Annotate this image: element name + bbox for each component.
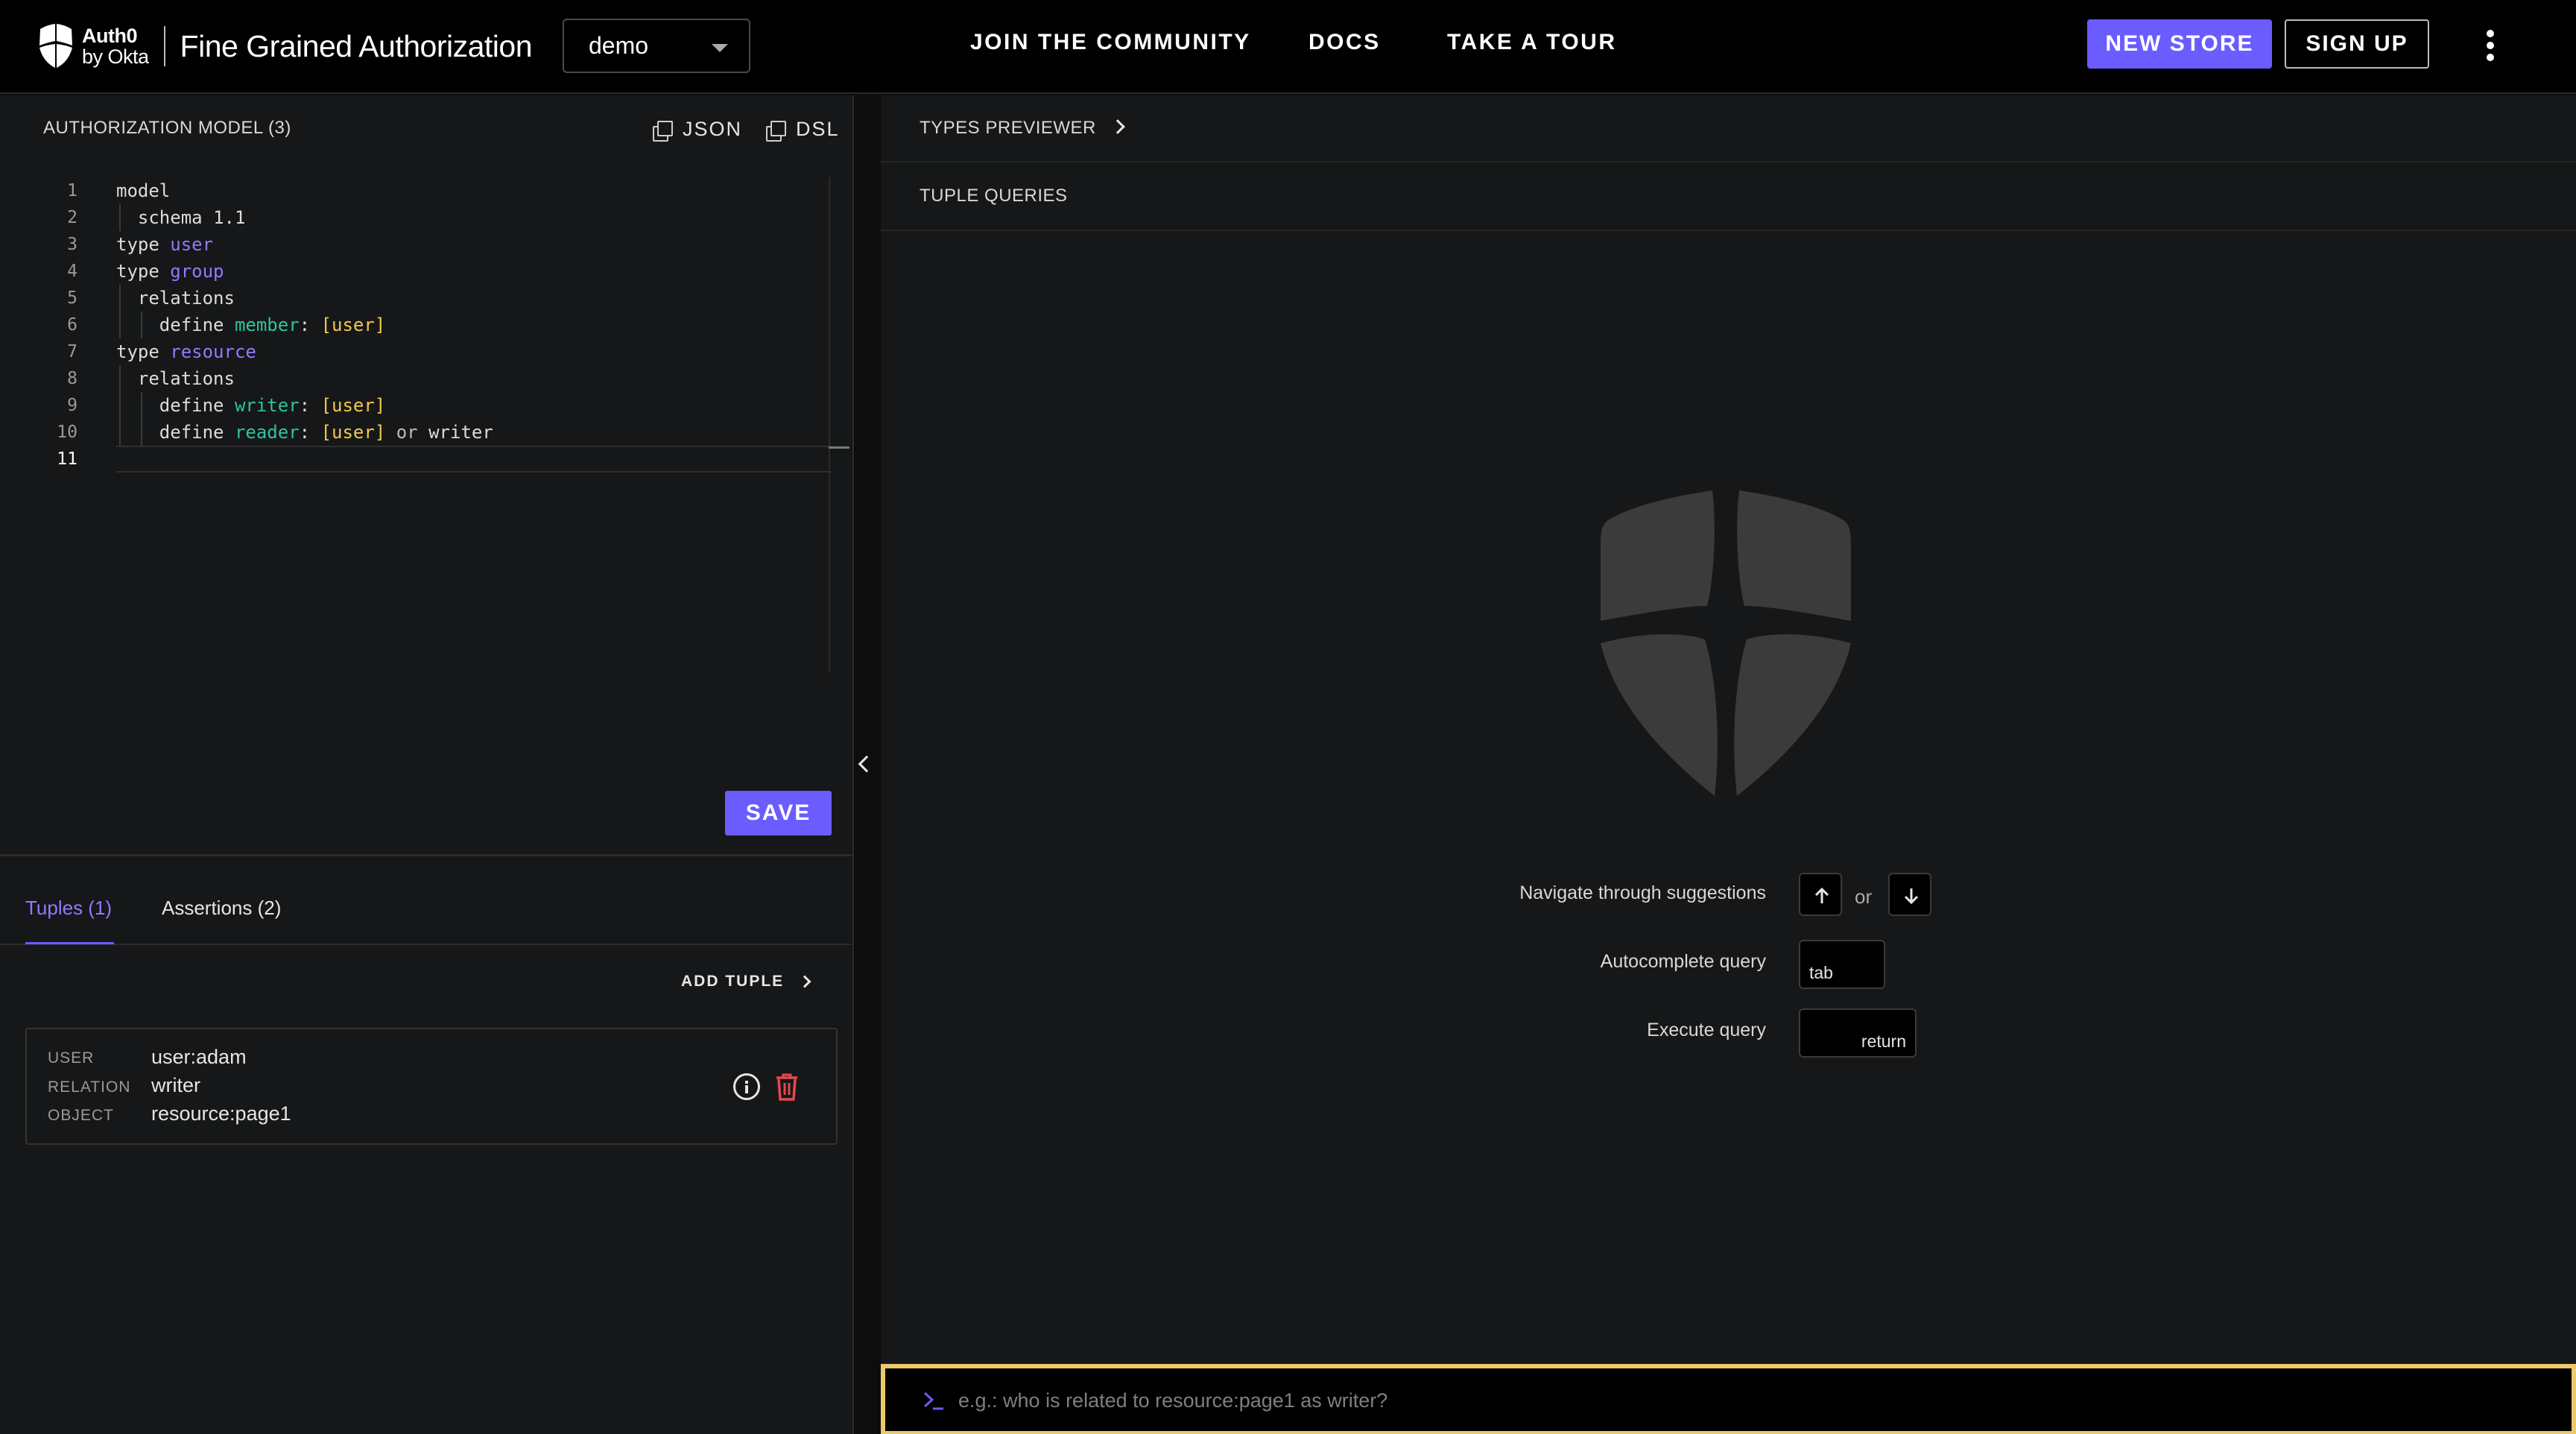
line-number-gutter: 1 2 3 4 5 6 7 8 9 10 11 [30,177,77,473]
editor-scrollbar[interactable] [829,177,830,673]
brand-divider [163,26,165,66]
arrow-up-icon [1814,887,1829,903]
scrollbar-marker [829,446,849,449]
line-number: 10 [57,423,77,442]
store-select[interactable]: demo [563,19,750,73]
code-line: type resource [116,341,256,362]
chevron-right-icon [798,975,811,988]
tuple-card: USER user:adam RELATION writer OBJECT re… [25,1028,838,1145]
copy-json-label: JSON [683,118,743,140]
hint-or: or [1855,885,1873,908]
arrow-down-key [1888,873,1931,916]
tuple-object-label: OBJECT [48,1107,114,1124]
line-number: 1 [67,181,77,200]
nav-take-tour[interactable]: TAKE A TOUR [1447,30,1617,55]
line-number: 7 [67,342,77,361]
auth0-shield-icon [1601,490,1851,796]
line-number: 4 [67,262,77,281]
query-panel: TYPES PREVIEWER TUPLE QUERIES Navigate t… [881,95,2576,1434]
line-number: 2 [67,208,77,227]
copy-icon [766,120,786,142]
authorization-model-panel: AUTHORIZATION MODEL (3) JSON DSL 1 2 3 4… [0,95,854,1434]
arrow-up-key [1799,873,1842,916]
code-lines: model schema 1.1 type user type group re… [116,177,832,473]
tuple-user-label: USER [48,1049,95,1067]
store-select-value: demo [589,32,649,59]
brand-wordmark: Auth0 by Okta [82,25,149,68]
more-menu-icon[interactable] [2475,27,2505,64]
tabs-divider [0,944,852,945]
add-tuple-button[interactable]: ADD TUPLE [681,973,811,991]
code-line: define reader: [user] or writer [159,422,493,443]
copy-json-button[interactable]: JSON [653,118,743,142]
tuple-user-value: user:adam [151,1046,247,1068]
panel-divider [0,854,852,856]
sign-up-button[interactable]: SIGN UP [2285,19,2429,69]
code-line: type group [116,261,224,282]
line-number: 11 [57,449,77,469]
nav-join-community[interactable]: JOIN THE COMMUNITY [970,30,1251,55]
auth0-logo-icon [39,24,72,68]
hint-execute-label: Execute query [1647,1020,1766,1040]
code-editor[interactable]: 1 2 3 4 5 6 7 8 9 10 11 model schema 1.1… [0,177,851,677]
return-key-label: return [1861,1032,1906,1051]
tab-tuples[interactable]: Tuples (1) [25,897,112,920]
line-number: 6 [67,315,77,335]
tab-key-label: tab [1809,963,1833,982]
collapse-panel-icon[interactable] [858,755,876,773]
authorization-model-title: AUTHORIZATION MODEL (3) [43,118,291,138]
tuple-relation-value: writer [151,1074,200,1096]
code-line: model [116,180,171,201]
line-number: 5 [67,288,77,308]
line-number: 8 [67,369,77,388]
code-line: type user [116,234,214,255]
line-number: 9 [67,396,77,415]
types-previewer-toggle[interactable]: TYPES PREVIEWER [920,118,1096,139]
tuple-object-value: resource:page1 [151,1102,291,1125]
copy-dsl-label: DSL [796,118,840,140]
line-number: 3 [67,235,77,254]
info-icon[interactable] [733,1073,760,1100]
arrow-down-icon [1904,888,1919,905]
query-bar [881,1364,2576,1434]
brand[interactable]: Auth0 by Okta Fine Grained Authorization [37,22,533,70]
tab-assertions[interactable]: Assertions (2) [162,897,281,920]
query-input[interactable] [958,1382,2523,1419]
copy-icon [653,120,673,142]
return-key: return [1799,1008,1917,1058]
section-divider [881,230,2576,231]
code-line-current[interactable] [116,446,832,473]
chevron-down-icon [712,44,728,52]
chevron-right-icon[interactable] [1110,119,1125,134]
top-bar: Auth0 by Okta Fine Grained Authorization… [0,0,2576,94]
terminal-prompt-icon [923,1392,943,1410]
copy-dsl-button[interactable]: DSL [766,118,840,142]
product-name: Fine Grained Authorization [180,28,533,63]
trash-icon[interactable] [775,1073,799,1101]
hint-navigate-label: Navigate through suggestions [1519,882,1766,903]
code-line: relations [137,368,235,389]
code-line: define writer: [user] [159,395,386,416]
hint-autocomplete-label: Autocomplete query [1600,951,1766,972]
save-button[interactable]: SAVE [725,791,832,836]
code-line: relations [137,288,235,309]
tuple-queries-title: TUPLE QUERIES [920,186,1068,206]
tuple-relation-label: RELATION [48,1078,131,1096]
section-divider [881,161,2576,162]
active-tab-indicator [25,942,114,944]
code-line: schema 1.1 [137,207,246,228]
code-line: define member: [user] [159,315,386,335]
add-tuple-label: ADD TUPLE [681,973,785,990]
tab-key: tab [1799,940,1885,989]
new-store-button[interactable]: NEW STORE [2087,19,2272,69]
nav-docs[interactable]: DOCS [1308,30,1381,55]
